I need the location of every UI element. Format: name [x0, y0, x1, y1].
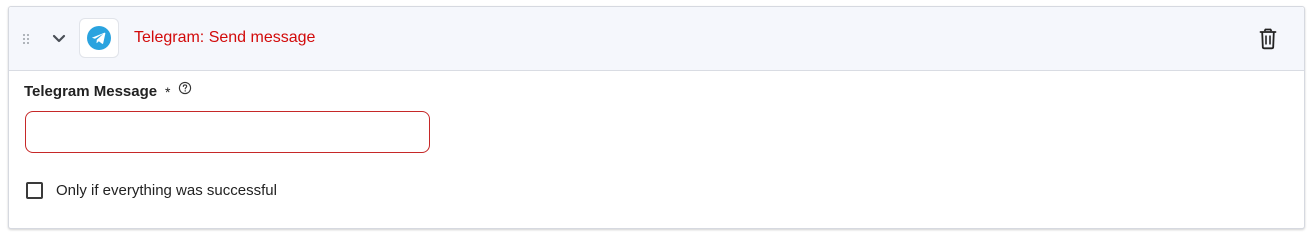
step-title: Telegram: Send message	[134, 29, 316, 46]
drag-handle-icon[interactable]	[22, 32, 30, 44]
step-header[interactable]: Telegram: Send message	[9, 7, 1304, 71]
required-marker: *	[165, 84, 171, 100]
success-only-checkbox[interactable]	[26, 182, 43, 199]
telegram-icon	[87, 26, 111, 50]
telegram-message-label: Telegram Message	[24, 83, 158, 100]
telegram-message-input[interactable]	[25, 111, 430, 153]
step-card: Telegram: Send message Telegram Message …	[8, 6, 1305, 229]
success-only-label: Only if everything was successful	[56, 182, 277, 199]
trash-icon[interactable]	[1258, 28, 1278, 50]
chevron-down-icon[interactable]	[49, 28, 69, 48]
help-circle-icon[interactable]	[178, 81, 192, 95]
app-icon-tile	[79, 18, 119, 58]
